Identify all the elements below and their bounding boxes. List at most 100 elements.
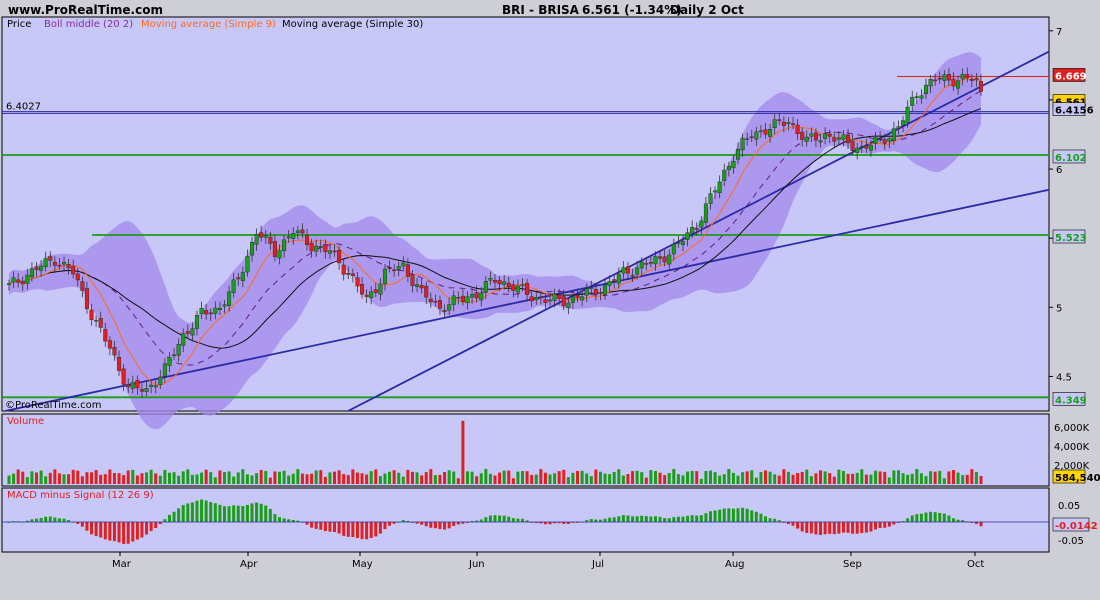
volume-bar	[94, 470, 98, 484]
candle-body	[529, 296, 534, 302]
volume-bar	[589, 476, 593, 484]
volume-bar	[974, 472, 978, 484]
volume-bar	[7, 475, 11, 484]
macd-bar	[48, 516, 52, 522]
macd-bar	[814, 522, 818, 535]
candle-body	[249, 241, 254, 256]
candle-body	[525, 283, 530, 295]
volume-bar	[649, 470, 653, 484]
macd-bar	[617, 516, 621, 522]
volume-bar	[314, 470, 318, 484]
volume-bar	[754, 477, 758, 484]
candle-body	[763, 129, 768, 135]
candle-body	[800, 131, 805, 140]
candle-body	[29, 268, 34, 278]
x-tick-label: Sep	[843, 559, 862, 570]
volume-bar	[103, 474, 107, 484]
candle-body	[534, 297, 539, 301]
candle-body	[653, 256, 658, 265]
candle-body	[337, 250, 342, 264]
macd-bar	[690, 515, 694, 522]
candle-body	[635, 267, 640, 275]
x-tick-label: Aug	[725, 559, 745, 570]
candle-body	[71, 266, 76, 275]
macd-bar	[200, 499, 204, 522]
macd-bar	[915, 514, 919, 522]
candle-body	[98, 318, 103, 328]
macd-bar	[181, 505, 185, 522]
macd-bar	[521, 518, 525, 522]
macd-bar	[589, 519, 593, 522]
volume-bar	[360, 473, 364, 484]
macd-bar	[177, 508, 181, 522]
macd-bar	[429, 522, 433, 528]
volume-bar	[12, 473, 16, 484]
volume-bar	[791, 474, 795, 484]
candle-body	[208, 312, 213, 315]
legend-boll-middle: Boll middle (20 2)	[44, 19, 133, 30]
volume-bar	[851, 473, 855, 484]
volume-bar	[401, 476, 405, 484]
macd-bar	[727, 508, 731, 522]
volume-bar	[896, 470, 900, 484]
volume-bar	[507, 470, 511, 484]
candle-body	[217, 308, 222, 310]
candle-body	[300, 229, 305, 234]
y-tick-label: 4.5	[1056, 372, 1072, 383]
volume-bar	[154, 473, 158, 484]
volume-bar	[846, 473, 850, 484]
macd-bar	[213, 503, 217, 522]
macd-bar	[846, 522, 850, 533]
volume-bar	[296, 469, 300, 484]
volume-bar	[736, 475, 740, 484]
macd-bar	[502, 515, 506, 522]
macd-bar	[186, 503, 190, 522]
x-tick-label: Jun	[468, 559, 485, 570]
candle-body	[25, 274, 30, 284]
candle-body	[584, 288, 589, 296]
volume-bar	[300, 473, 304, 484]
volume-bar	[585, 473, 589, 484]
volume-bar	[878, 471, 882, 484]
volume-bar	[516, 471, 520, 484]
candle-body	[603, 284, 608, 295]
macd-bar	[631, 516, 635, 522]
volume-tick-label: 6,000K	[1054, 423, 1090, 434]
volume-bar	[259, 469, 263, 484]
volume-bar	[479, 473, 483, 484]
volume-bar	[901, 473, 905, 484]
candle-body	[437, 300, 442, 309]
candle-body	[791, 123, 796, 125]
watermark: ©ProRealTime.com	[5, 400, 101, 411]
macd-bar	[864, 522, 868, 533]
volume-bar	[282, 470, 286, 484]
volume-bar	[383, 473, 387, 484]
macd-bar	[947, 515, 951, 522]
macd-bar	[218, 504, 222, 522]
candle-body	[717, 181, 722, 194]
macd-bar	[80, 522, 84, 527]
candle-body	[80, 281, 85, 291]
volume-bar	[805, 469, 809, 484]
volume-bar	[553, 473, 557, 484]
volume-bar	[305, 474, 309, 484]
volume-bar	[410, 471, 414, 484]
candle-body	[447, 304, 452, 311]
candle-body	[552, 293, 557, 301]
candle-body	[676, 242, 681, 245]
volume-bar	[167, 472, 171, 484]
volume-bar	[461, 420, 465, 484]
candle-body	[891, 128, 896, 141]
macd-bar	[837, 522, 841, 534]
volume-bar	[869, 474, 873, 484]
volume-bar	[929, 471, 933, 484]
volume-bar	[539, 469, 543, 484]
volume-bar	[475, 476, 479, 484]
candle-body	[754, 131, 759, 140]
macd-bar	[718, 509, 722, 522]
candle-body	[94, 319, 99, 322]
macd-bar	[305, 522, 309, 525]
volume-bar	[278, 471, 282, 484]
volume-bar	[245, 474, 249, 484]
macd-bar	[878, 522, 882, 529]
